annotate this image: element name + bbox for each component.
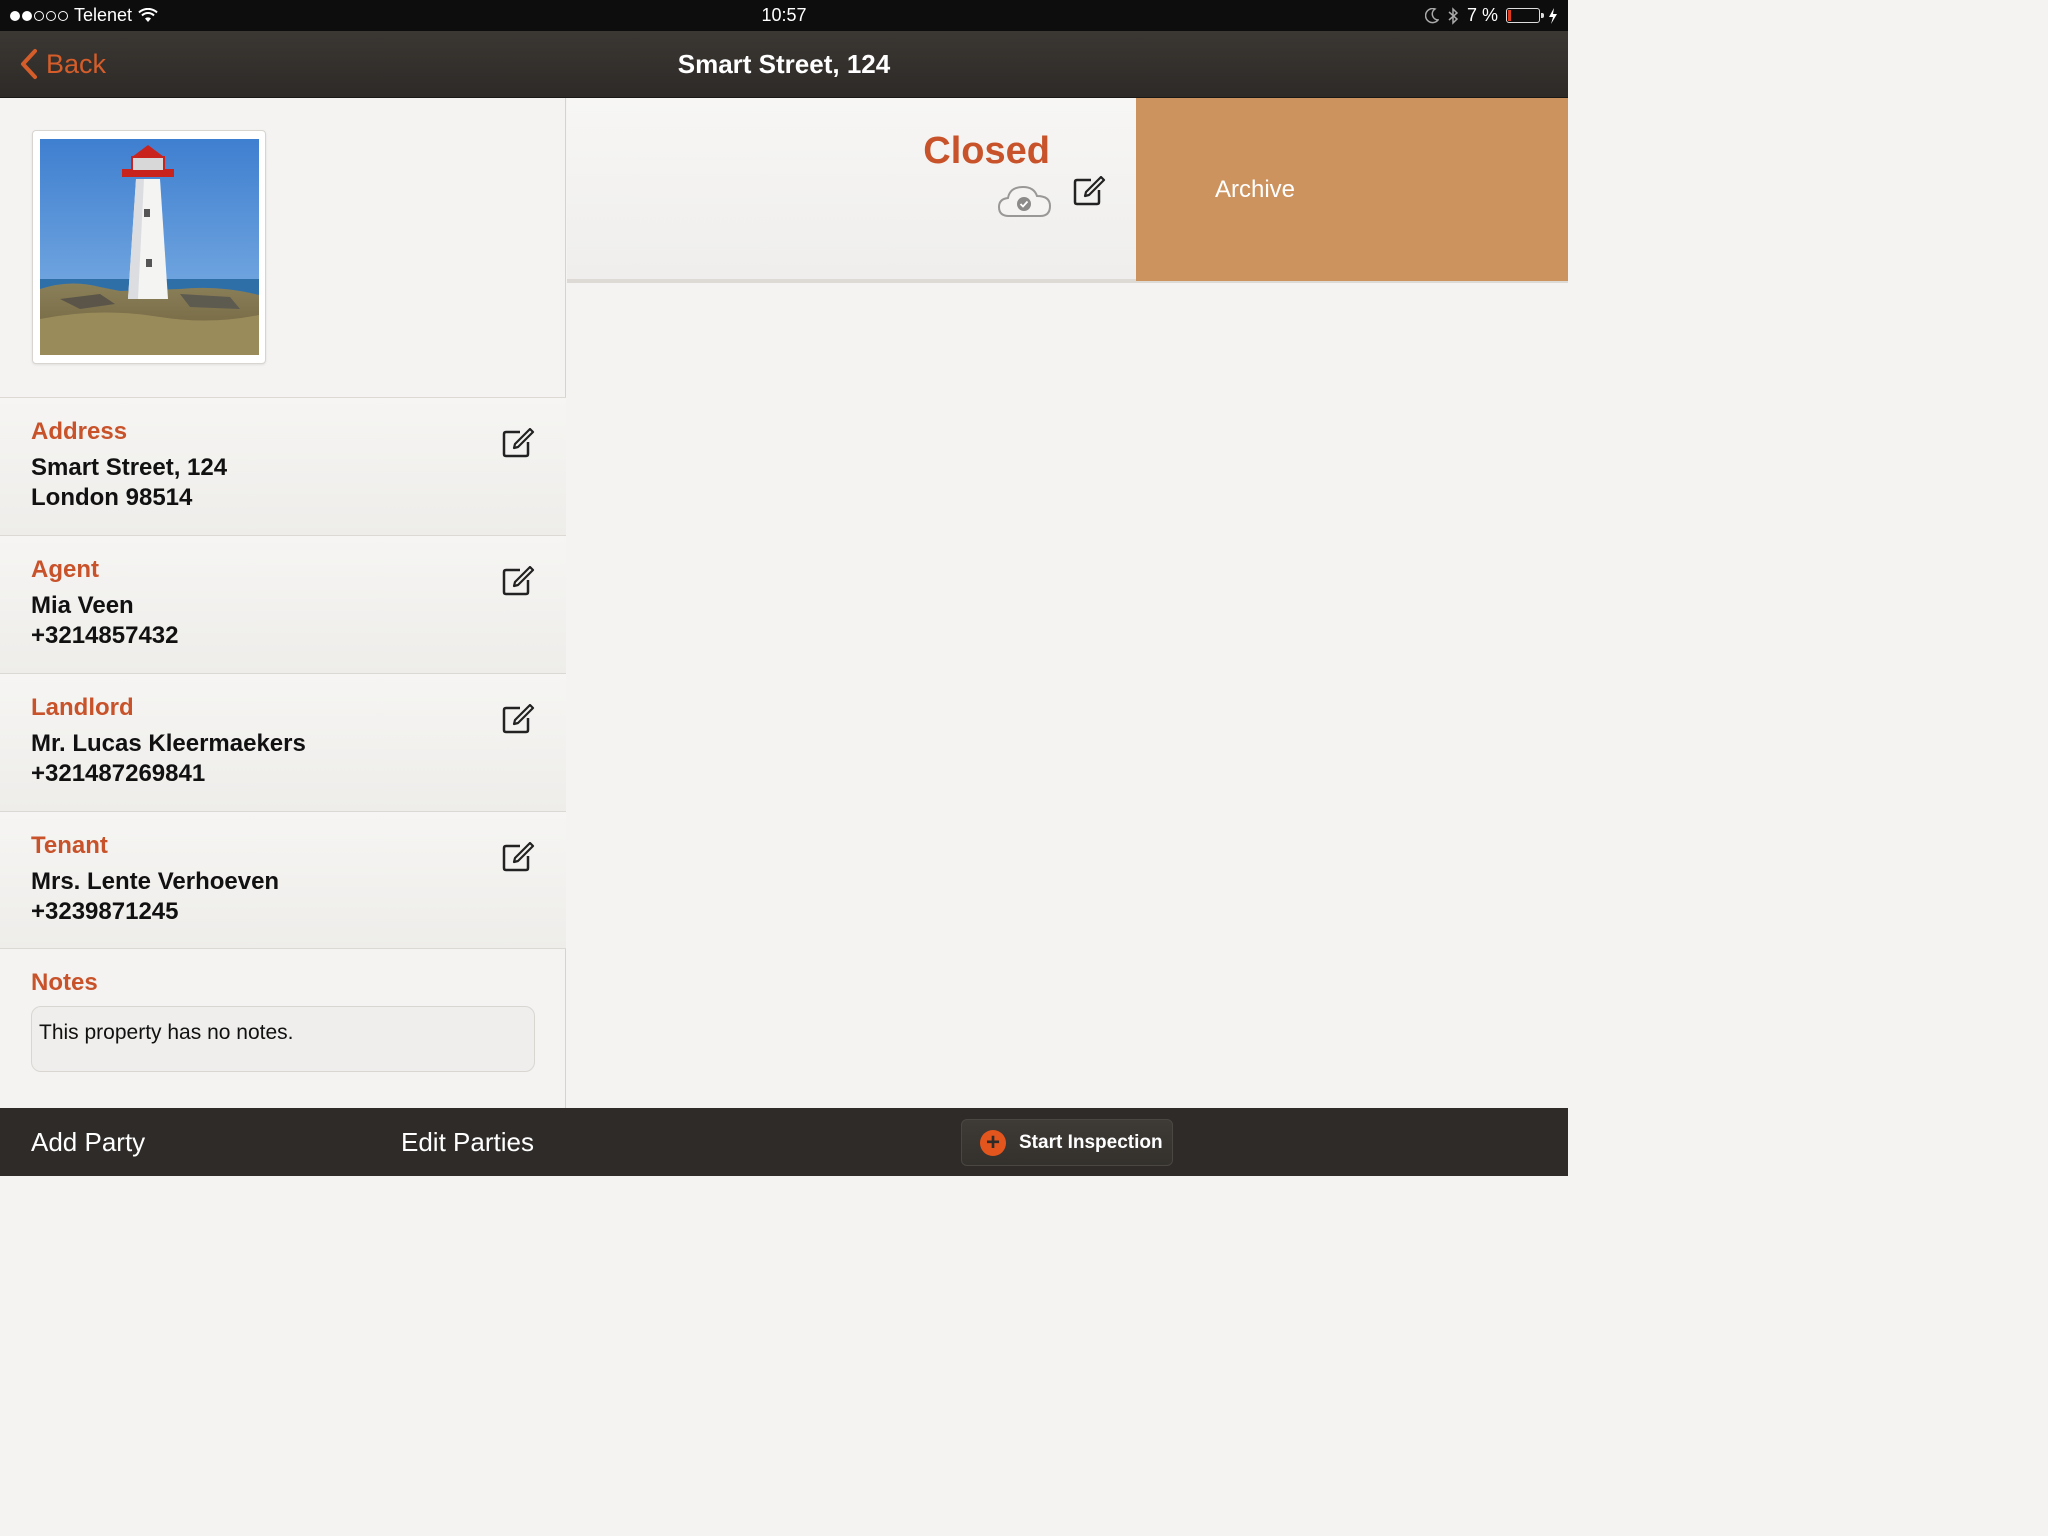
archive-button[interactable]: Archive (1136, 98, 1568, 281)
moon-icon (1424, 7, 1439, 23)
agent-row: Agent Mia Veen +3214857432 (0, 535, 566, 673)
edit-icon[interactable] (502, 566, 536, 596)
notes-field[interactable]: This property has no notes. (31, 1006, 535, 1072)
plus-circle-icon: + (980, 1130, 1006, 1156)
notes-label: Notes (31, 969, 98, 996)
add-party-button[interactable]: Add Party (31, 1127, 145, 1158)
agent-phone: +3214857432 (31, 622, 179, 649)
battery-percent: 7 % (1466, 5, 1498, 25)
agent-label: Agent (31, 556, 99, 583)
landlord-phone: +321487269841 (31, 760, 206, 787)
cloud-sync-icon (997, 185, 1052, 217)
status-label: Closed (923, 130, 1050, 172)
edit-icon[interactable] (502, 428, 536, 458)
charging-bolt-icon (1549, 7, 1557, 24)
tenant-row: Tenant Mrs. Lente Verhoeven +3239871245 (0, 811, 566, 949)
navigation-bar: Back Smart Street, 124 (0, 31, 1568, 98)
tenant-name: Mrs. Lente Verhoeven (31, 868, 280, 895)
agent-name: Mia Veen (31, 592, 134, 619)
archive-label: Archive (1215, 176, 1296, 203)
address-city: London 98514 (31, 484, 193, 511)
lighthouse-image (40, 139, 259, 355)
notes-section: Notes This property has no notes. (0, 948, 566, 1108)
edit-icon[interactable] (1073, 176, 1107, 206)
landlord-label: Landlord (31, 694, 134, 721)
edit-icon[interactable] (502, 704, 536, 734)
divider (567, 281, 1568, 283)
status-right: 7 % (1424, 5, 1558, 26)
status-card: Closed (567, 98, 1136, 281)
property-details-panel: Address Smart Street, 124 London 98514 A… (0, 98, 566, 1108)
bluetooth-icon (1448, 6, 1459, 25)
start-inspection-button[interactable]: + Start Inspection (961, 1119, 1173, 1166)
status-bar: Telenet 10:57 7 % (0, 0, 1568, 31)
start-inspection-label: Start Inspection (1019, 1132, 1163, 1153)
app-screen: Telenet 10:57 7 % Back Smart Street, 124… (0, 0, 1568, 1176)
tenant-phone: +3239871245 (31, 898, 179, 925)
address-row: Address Smart Street, 124 London 98514 (0, 397, 566, 535)
tenant-label: Tenant (31, 832, 108, 859)
clock: 10:57 (761, 5, 807, 25)
bottom-toolbar: Add Party Edit Parties + Start Inspectio… (0, 1108, 1568, 1176)
page-title: Smart Street, 124 (677, 49, 891, 79)
edit-parties-button[interactable]: Edit Parties (401, 1127, 534, 1158)
landlord-name: Mr. Lucas Kleermaekers (31, 730, 306, 757)
battery-icon (1506, 8, 1544, 23)
edit-icon[interactable] (502, 842, 536, 872)
address-street: Smart Street, 124 (31, 454, 228, 481)
property-photo[interactable] (32, 130, 266, 364)
address-label: Address (31, 418, 128, 445)
landlord-row: Landlord Mr. Lucas Kleermaekers +3214872… (0, 673, 566, 811)
